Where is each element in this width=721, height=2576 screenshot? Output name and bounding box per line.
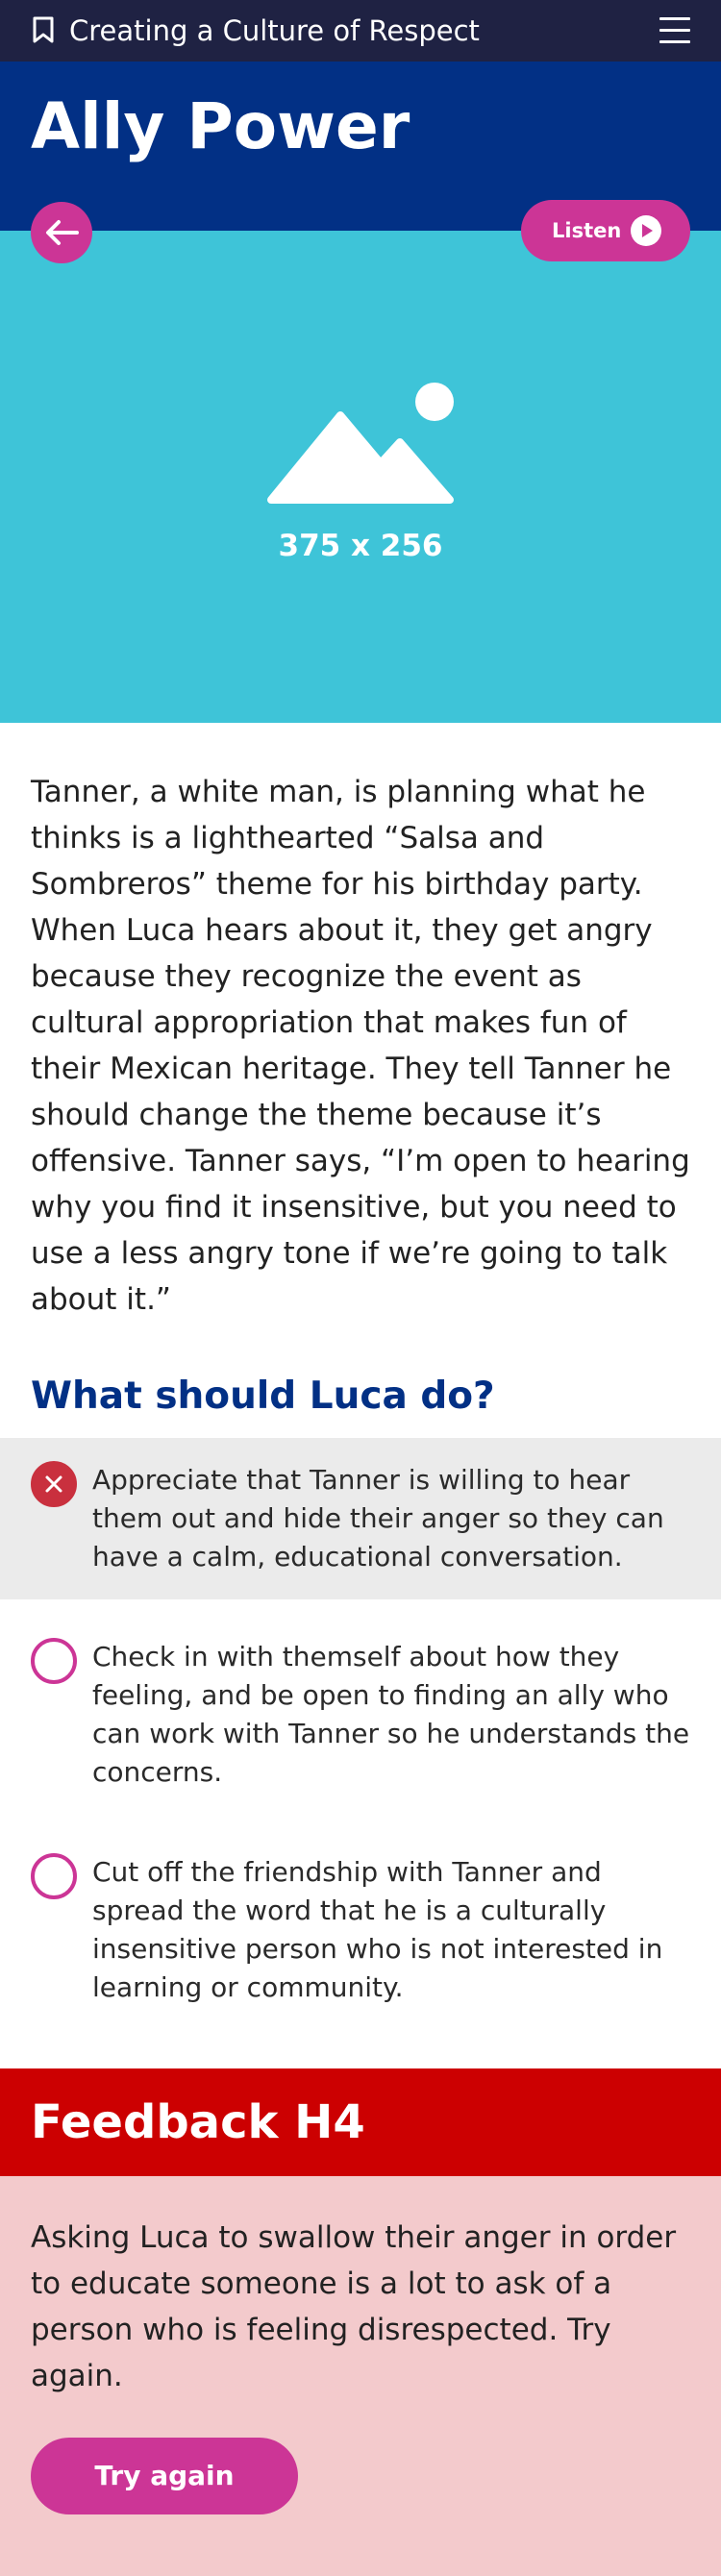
feedback-header: Feedback H4 xyxy=(0,2068,721,2176)
app-title: Creating a Culture of Respect xyxy=(69,14,480,47)
question-heading: What should Luca do? xyxy=(31,1375,495,1418)
listen-label: Listen xyxy=(552,219,622,242)
feedback-title: Feedback H4 xyxy=(31,2095,365,2149)
answer-option-1[interactable]: Appreciate that Tanner is willing to hea… xyxy=(0,1438,721,1599)
scenario-text: Tanner, a white man, is planning what he… xyxy=(31,775,690,1317)
incorrect-mark-icon xyxy=(31,1461,77,1507)
image-dimensions-label: 375 x 256 xyxy=(278,529,443,563)
arrow-left-icon xyxy=(46,220,79,245)
hero-image-placeholder: 375 x 256 xyxy=(0,231,721,723)
answer-option-2[interactable]: Check in with themself about how they fe… xyxy=(0,1619,721,1811)
feedback-panel: Asking Luca to swallow their anger in or… xyxy=(0,2176,721,2576)
top-app-bar: Creating a Culture of Respect xyxy=(0,0,721,62)
try-again-button[interactable]: Try again xyxy=(31,2438,298,2514)
listen-button[interactable]: Listen xyxy=(521,200,690,261)
feedback-text: Asking Luca to swallow their anger in or… xyxy=(31,2220,677,2393)
back-button[interactable] xyxy=(31,202,92,263)
bookmark-icon[interactable] xyxy=(31,15,56,44)
answer-option-label: Appreciate that Tanner is willing to hea… xyxy=(92,1464,664,1573)
radio-button-icon[interactable] xyxy=(31,1638,77,1684)
image-placeholder-icon xyxy=(267,383,454,504)
answer-option-label: Cut off the friendship with Tanner and s… xyxy=(92,1856,663,2003)
radio-button-icon[interactable] xyxy=(31,1853,77,1899)
hamburger-menu-icon[interactable] xyxy=(659,17,690,44)
answer-option-3[interactable]: Cut off the friendship with Tanner and s… xyxy=(0,1834,721,2026)
play-circle-icon xyxy=(631,215,661,246)
page-title: Ally Power xyxy=(31,89,410,163)
answer-option-label: Check in with themself about how they fe… xyxy=(92,1641,690,1788)
